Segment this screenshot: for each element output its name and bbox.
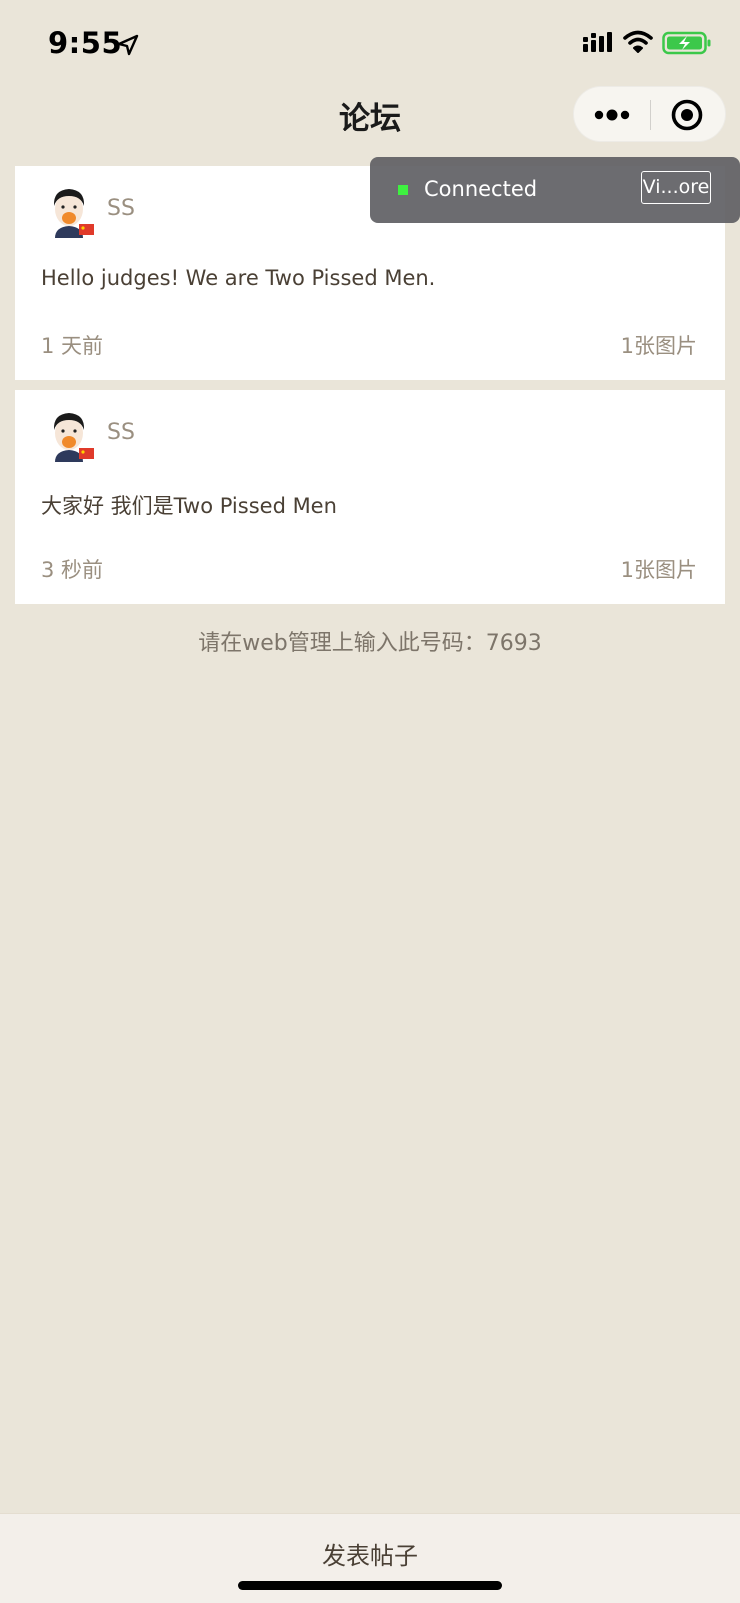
status-time: 9:55 [48, 26, 123, 60]
post-image-count: 1张图片 [620, 558, 697, 582]
battery-charging-icon [662, 31, 711, 55]
connection-status-text: Connected [424, 177, 538, 201]
post-timestamp: 3 秒前 [41, 558, 104, 582]
connection-status-dot [398, 185, 408, 195]
post-image-count: 1张图片 [620, 334, 697, 358]
post-author: SS [107, 196, 135, 221]
web-admin-code-prompt: 请在web管理上输入此号码：7693 [198, 631, 542, 656]
close-mini-program-button[interactable] [651, 87, 727, 143]
more-options-button[interactable] [574, 87, 650, 143]
post-content: Hello judges! We are Two Pissed Men. [41, 266, 436, 290]
user-avatar [53, 413, 94, 462]
post-timestamp: 1 天前 [41, 334, 104, 358]
post-content: 大家好 我们是Two Pissed Men [41, 494, 337, 518]
post-author: SS [107, 420, 135, 445]
screen: 9:55 论坛 SS Hello judges! We are Two Piss… [0, 0, 740, 1603]
target-circle-icon [671, 99, 703, 131]
post-card[interactable]: SS 大家好 我们是Two Pissed Men 3 秒前 1张图片 [15, 390, 725, 604]
location-arrow-icon [117, 34, 139, 56]
view-more-button[interactable]: Vi...ore [641, 171, 711, 204]
more-dots-icon [594, 109, 630, 121]
cellular-signal-icon [583, 32, 612, 52]
connection-toast: Connected Vi...ore [370, 157, 740, 223]
mini-program-capsule [573, 86, 726, 142]
user-avatar [53, 189, 94, 238]
create-post-button[interactable]: 发表帖子 [0, 1536, 740, 1571]
home-indicator[interactable] [238, 1581, 502, 1590]
wifi-icon [623, 30, 653, 53]
bottom-bar: 发表帖子 [0, 1513, 740, 1603]
